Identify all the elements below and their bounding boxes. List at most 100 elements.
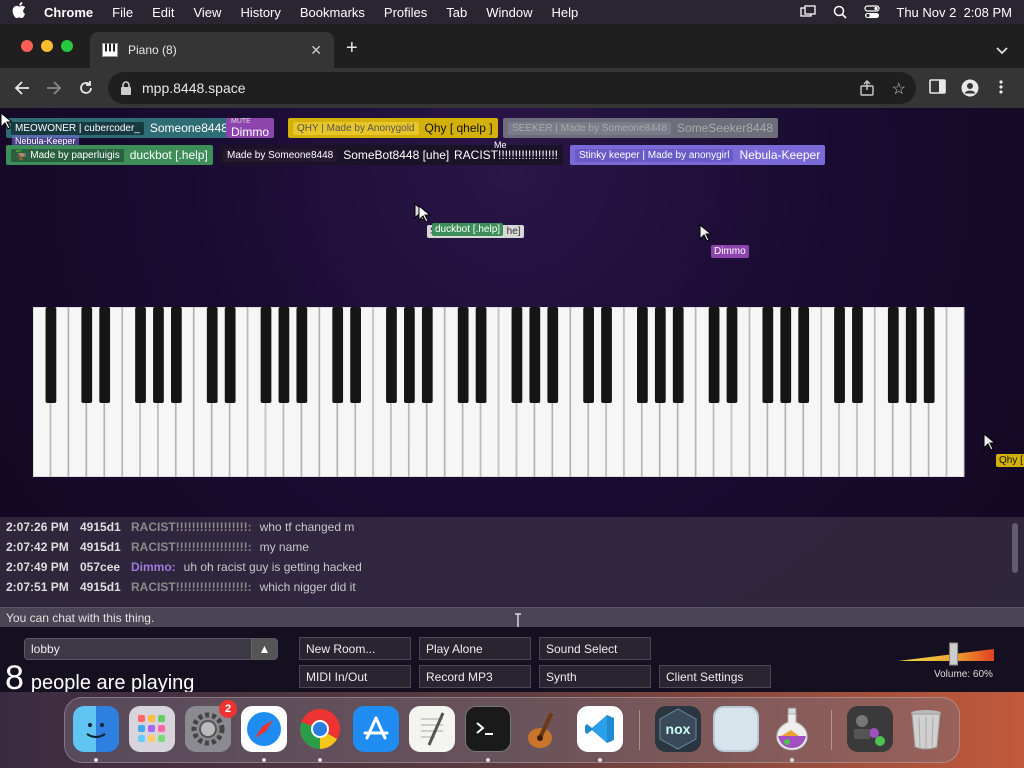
piano-black-key[interactable] [475, 307, 487, 403]
bookmark-star-icon[interactable]: ☆ [892, 79, 906, 99]
trash-icon[interactable] [903, 706, 949, 752]
piano-black-key[interactable] [332, 307, 344, 403]
nametag-nebula-keeper[interactable]: Stinky keeper | Made by anonygirl Nebula… [570, 145, 826, 165]
piano-white-key[interactable] [946, 307, 965, 477]
piano-black-key[interactable] [923, 307, 935, 403]
forward-arrow-icon[interactable] [45, 79, 63, 97]
piano-black-key[interactable] [834, 307, 845, 403]
piano-black-key[interactable] [708, 307, 720, 403]
menu-file[interactable]: File [112, 5, 133, 20]
piano-black-key[interactable] [672, 307, 684, 403]
volume-slider[interactable]: Volume: 60% [898, 641, 994, 680]
spotlight-search-icon[interactable] [832, 5, 848, 19]
piano-black-key[interactable] [780, 307, 792, 403]
volume-knob[interactable] [949, 642, 959, 666]
piano-black-key[interactable] [206, 307, 218, 403]
chat-log[interactable]: 2:07:26 PM 4915d1 RACIST!!!!!!!!!!!!!!!!… [0, 517, 1024, 607]
piano-black-key[interactable] [547, 307, 559, 403]
screen-mirroring-icon[interactable] [800, 5, 817, 19]
piano-black-key[interactable] [887, 307, 899, 403]
piano-black-key[interactable] [457, 307, 469, 403]
menu-help[interactable]: Help [552, 5, 579, 20]
piano-black-key[interactable] [529, 307, 541, 403]
piano-black-key[interactable] [421, 307, 433, 403]
tab-search-chevron-icon[interactable] [996, 42, 1008, 60]
room-select[interactable]: lobby ▲ [24, 638, 278, 660]
menu-app-name[interactable]: Chrome [44, 5, 93, 20]
piano-black-key[interactable] [654, 307, 666, 403]
textedit-icon[interactable] [409, 706, 455, 752]
menu-view[interactable]: View [193, 5, 221, 20]
menu-edit[interactable]: Edit [152, 5, 174, 20]
window-minimize-button[interactable] [41, 40, 53, 52]
piano-black-key[interactable] [224, 307, 236, 403]
garageband-icon[interactable] [521, 706, 567, 752]
piano-black-key[interactable] [99, 307, 111, 403]
tab-close-icon[interactable]: ✕ [310, 42, 322, 59]
apple-menu-icon[interactable] [12, 1, 26, 23]
record-mp3-button[interactable]: Record MP3 [419, 665, 531, 688]
menu-profiles[interactable]: Profiles [384, 5, 427, 20]
potion-icon[interactable] [769, 706, 815, 752]
address-bar[interactable]: mpp.8448.space ☆ [108, 72, 916, 104]
client-settings-button[interactable]: Client Settings [659, 665, 771, 688]
midi-button[interactable]: MIDI In/Out [299, 665, 411, 688]
synth-button[interactable]: Synth [539, 665, 651, 688]
nox-icon[interactable]: nox [655, 706, 701, 752]
nametag-somebot[interactable]: Made by Someone8448 SomeBot8448 [uhe] [218, 145, 455, 165]
profile-avatar-icon[interactable] [961, 79, 979, 97]
browser-tab-piano[interactable]: Piano (8) ✕ [90, 32, 334, 68]
piano-black-key[interactable] [511, 307, 523, 403]
chat-scrollbar[interactable] [1012, 523, 1018, 573]
reload-icon[interactable] [77, 79, 95, 97]
nametag-dimmo[interactable]: MUTE Dimmo [226, 118, 274, 138]
side-panel-icon[interactable] [929, 79, 947, 97]
piano-black-key[interactable] [762, 307, 774, 403]
nametag-someseeker[interactable]: SEEKER | Made by Someone8448 SomeSeeker8… [503, 118, 778, 138]
piano-black-key[interactable] [404, 307, 415, 403]
chrome-icon[interactable] [297, 706, 343, 752]
piano-black-key[interactable] [153, 307, 164, 403]
preview-icon[interactable] [713, 706, 759, 752]
menu-window[interactable]: Window [486, 5, 532, 20]
nametag-qhy[interactable]: QHY | Made by Anonygold Qhy [ qhelp ] [288, 118, 498, 138]
piano-black-key[interactable] [171, 307, 182, 403]
app-store-icon[interactable] [353, 706, 399, 752]
piano-keyboard[interactable] [33, 307, 965, 477]
window-close-button[interactable] [21, 40, 33, 52]
back-arrow-icon[interactable] [13, 79, 31, 97]
control-center-icon[interactable] [864, 5, 880, 19]
nametag-duckbot[interactable]: 🦆 Made by paperluigis duckbot [.help] [6, 145, 213, 165]
room-expand-arrow-icon[interactable]: ▲ [251, 639, 277, 659]
window-zoom-button[interactable] [61, 40, 73, 52]
piano-black-key[interactable] [260, 307, 272, 403]
piano-black-key[interactable] [905, 307, 917, 403]
menubar-clock[interactable]: Thu Nov 2 2:08 PM [896, 5, 1012, 20]
piano-black-key[interactable] [45, 307, 57, 403]
piano-black-key[interactable] [637, 307, 648, 403]
new-tab-plus-icon[interactable]: + [346, 38, 358, 58]
share-icon[interactable] [860, 80, 874, 99]
downloads-stack-icon[interactable] [847, 706, 893, 752]
piano-black-key[interactable] [726, 307, 738, 403]
menu-bookmarks[interactable]: Bookmarks [300, 5, 365, 20]
play-alone-button[interactable]: Play Alone [419, 637, 531, 660]
lock-icon[interactable] [120, 81, 132, 95]
piano-black-key[interactable] [135, 307, 146, 403]
sound-select-button[interactable]: Sound Select [539, 637, 651, 660]
safari-icon[interactable] [241, 706, 287, 752]
vscode-icon[interactable] [577, 706, 623, 752]
menu-history[interactable]: History [240, 5, 280, 20]
piano-black-key[interactable] [81, 307, 93, 403]
terminal-icon[interactable] [465, 706, 511, 752]
more-menu-icon[interactable] [998, 79, 1016, 97]
piano-black-key[interactable] [386, 307, 397, 403]
launchpad-icon[interactable] [129, 706, 175, 752]
piano-black-key[interactable] [852, 307, 863, 403]
piano-black-key[interactable] [798, 307, 810, 403]
piano-black-key[interactable] [296, 307, 308, 403]
piano-black-key[interactable] [350, 307, 361, 403]
piano-black-key[interactable] [278, 307, 290, 403]
finder-icon[interactable] [73, 706, 119, 752]
system-settings-icon[interactable]: 2 [185, 700, 237, 752]
